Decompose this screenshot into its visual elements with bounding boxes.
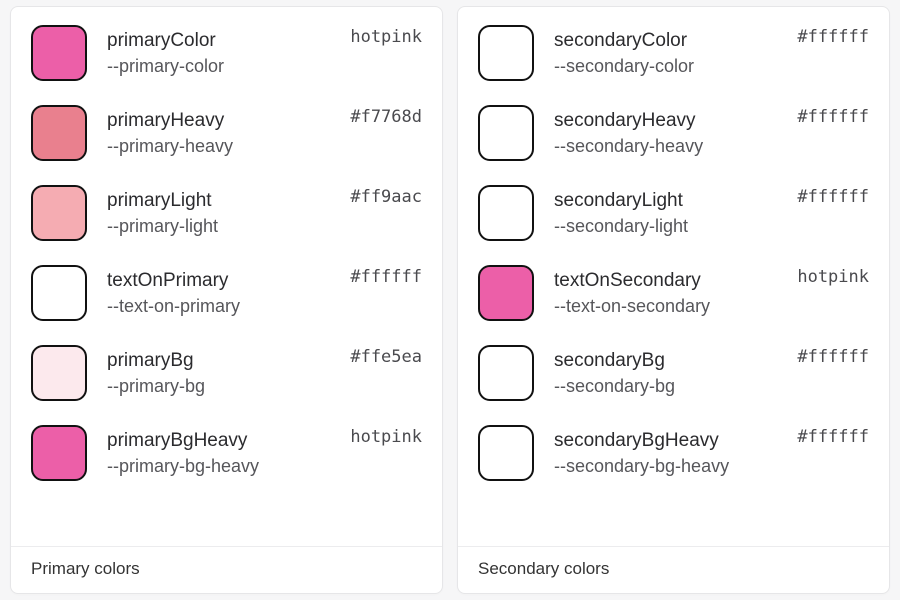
color-value: hotpink	[797, 267, 869, 287]
color-css-var: --primary-bg-heavy	[107, 456, 330, 477]
color-labels: textOnPrimary --text-on-primary	[107, 270, 330, 317]
panel-body: primaryColor --primary-color hotpink pri…	[11, 7, 442, 546]
color-swatch[interactable]	[478, 185, 534, 241]
color-css-var: --secondary-bg	[554, 376, 777, 397]
color-value: #f7768d	[350, 107, 422, 127]
color-name: primaryColor	[107, 30, 330, 52]
color-labels: secondaryColor --secondary-color	[554, 30, 777, 77]
color-swatch[interactable]	[478, 345, 534, 401]
primary-colors-panel: primaryColor --primary-color hotpink pri…	[10, 6, 443, 594]
color-labels: secondaryBgHeavy --secondary-bg-heavy	[554, 430, 777, 477]
color-css-var: --secondary-bg-heavy	[554, 456, 777, 477]
color-row: secondaryLight --secondary-light #ffffff	[478, 185, 869, 241]
color-row: primaryColor --primary-color hotpink	[31, 25, 422, 81]
color-labels: primaryBg --primary-bg	[107, 350, 330, 397]
panel-body: secondaryColor --secondary-color #ffffff…	[458, 7, 889, 546]
color-css-var: --secondary-color	[554, 56, 777, 77]
color-swatch[interactable]	[31, 345, 87, 401]
color-value: hotpink	[350, 27, 422, 47]
color-value: #ff9aac	[350, 187, 422, 207]
color-row: textOnSecondary --text-on-secondary hotp…	[478, 265, 869, 321]
color-value: #ffffff	[350, 267, 422, 287]
color-css-var: --primary-color	[107, 56, 330, 77]
color-name: primaryBg	[107, 350, 330, 372]
color-name: primaryBgHeavy	[107, 430, 330, 452]
color-value: #ffffff	[797, 187, 869, 207]
color-labels: primaryLight --primary-light	[107, 190, 330, 237]
color-labels: secondaryBg --secondary-bg	[554, 350, 777, 397]
color-value: #ffffff	[797, 27, 869, 47]
color-swatch[interactable]	[31, 105, 87, 161]
color-css-var: --secondary-heavy	[554, 136, 777, 157]
color-row: secondaryColor --secondary-color #ffffff	[478, 25, 869, 81]
color-row: textOnPrimary --text-on-primary #ffffff	[31, 265, 422, 321]
color-row: primaryBgHeavy --primary-bg-heavy hotpin…	[31, 425, 422, 481]
color-value: hotpink	[350, 427, 422, 447]
color-name: primaryLight	[107, 190, 330, 212]
color-swatch[interactable]	[31, 185, 87, 241]
color-swatch[interactable]	[31, 25, 87, 81]
color-name: secondaryBg	[554, 350, 777, 372]
color-css-var: --primary-bg	[107, 376, 330, 397]
color-swatch[interactable]	[478, 425, 534, 481]
color-value: #ffe5ea	[350, 347, 422, 367]
color-labels: secondaryHeavy --secondary-heavy	[554, 110, 777, 157]
color-css-var: --text-on-primary	[107, 296, 330, 317]
color-swatch[interactable]	[478, 25, 534, 81]
panel-title: Secondary colors	[458, 546, 889, 593]
color-swatch[interactable]	[478, 265, 534, 321]
color-name: secondaryBgHeavy	[554, 430, 777, 452]
color-css-var: --text-on-secondary	[554, 296, 777, 317]
color-row: secondaryBg --secondary-bg #ffffff	[478, 345, 869, 401]
color-swatch[interactable]	[31, 425, 87, 481]
color-labels: primaryHeavy --primary-heavy	[107, 110, 330, 157]
color-name: primaryHeavy	[107, 110, 330, 132]
color-name: secondaryColor	[554, 30, 777, 52]
color-css-var: --secondary-light	[554, 216, 777, 237]
color-row: primaryBg --primary-bg #ffe5ea	[31, 345, 422, 401]
color-name: secondaryHeavy	[554, 110, 777, 132]
color-swatch[interactable]	[478, 105, 534, 161]
color-row: primaryLight --primary-light #ff9aac	[31, 185, 422, 241]
color-name: secondaryLight	[554, 190, 777, 212]
color-value: #ffffff	[797, 427, 869, 447]
color-labels: secondaryLight --secondary-light	[554, 190, 777, 237]
color-name: textOnPrimary	[107, 270, 330, 292]
color-labels: primaryColor --primary-color	[107, 30, 330, 77]
color-css-var: --primary-heavy	[107, 136, 330, 157]
color-labels: primaryBgHeavy --primary-bg-heavy	[107, 430, 330, 477]
color-labels: textOnSecondary --text-on-secondary	[554, 270, 777, 317]
color-row: secondaryBgHeavy --secondary-bg-heavy #f…	[478, 425, 869, 481]
color-swatch[interactable]	[31, 265, 87, 321]
color-value: #ffffff	[797, 347, 869, 367]
panel-title: Primary colors	[11, 546, 442, 593]
secondary-colors-panel: secondaryColor --secondary-color #ffffff…	[457, 6, 890, 594]
color-value: #ffffff	[797, 107, 869, 127]
color-row: primaryHeavy --primary-heavy #f7768d	[31, 105, 422, 161]
color-row: secondaryHeavy --secondary-heavy #ffffff	[478, 105, 869, 161]
color-css-var: --primary-light	[107, 216, 330, 237]
color-name: textOnSecondary	[554, 270, 777, 292]
